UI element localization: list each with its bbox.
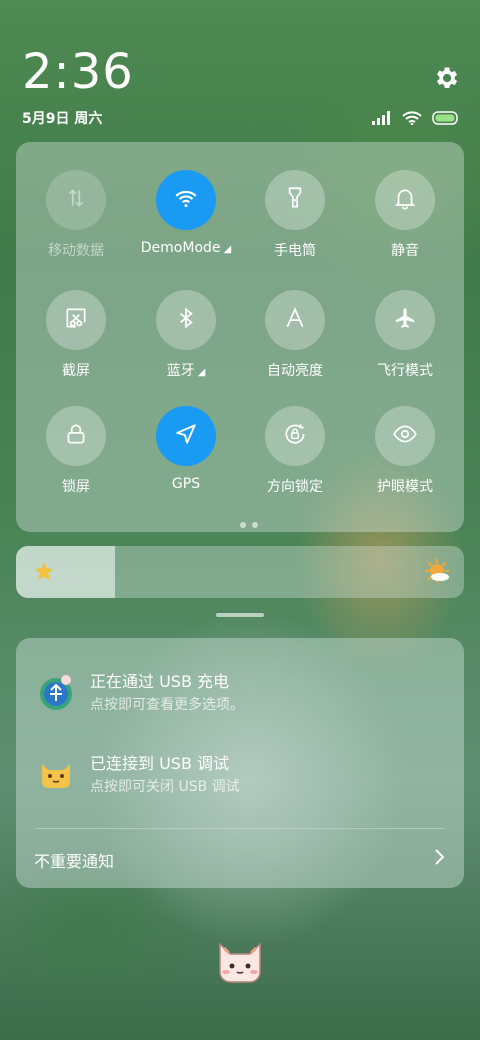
- page-indicator: [240, 522, 258, 528]
- brightness-fill: [16, 546, 115, 598]
- system-icons: [372, 110, 460, 129]
- tile-label: 截屏: [20, 360, 132, 380]
- tile-location[interactable]: GPS: [130, 406, 242, 492]
- brightness-high-icon: [424, 558, 452, 590]
- signal-icon: [372, 110, 392, 129]
- tile-label: 方向锁定: [239, 476, 351, 496]
- tile-button[interactable]: [375, 170, 435, 230]
- date-label: 5月9日 周六: [22, 111, 103, 127]
- notification-title: 已连接到 USB 调试: [90, 754, 230, 773]
- tile-rotation-lock[interactable]: 方向锁定: [239, 406, 351, 496]
- tile-airplane[interactable]: 飞行模式: [349, 290, 461, 380]
- tile-bell[interactable]: 静音: [349, 170, 461, 260]
- tile-label: 护眼模式: [349, 476, 461, 496]
- tile-button[interactable]: [375, 290, 435, 350]
- tile-button[interactable]: [265, 170, 325, 230]
- tile-bluetooth[interactable]: 蓝牙 ◢: [130, 290, 242, 380]
- caret-icon: ◢: [197, 367, 206, 378]
- tile-label-text: 手电筒: [274, 243, 316, 259]
- notification-subtitle: 点按即可查看更多选项。: [90, 697, 244, 713]
- brightness-slider[interactable]: [16, 546, 464, 598]
- wifi-icon: [173, 185, 199, 215]
- page-dot: [252, 522, 258, 528]
- notification-subtitle: 点按即可关闭 USB 调试: [90, 779, 240, 795]
- screenshot-icon: [63, 305, 89, 335]
- caret-icon: ◢: [223, 244, 232, 255]
- tile-label: 手电筒: [239, 240, 351, 260]
- tile-label: GPS: [130, 476, 242, 492]
- tile-screenshot[interactable]: 截屏: [20, 290, 132, 380]
- tile-button[interactable]: [46, 406, 106, 466]
- mobile-data-icon: [63, 185, 89, 215]
- status-bar: 2:36 5月9日 周六: [0, 0, 480, 140]
- chevron-right-icon[interactable]: [434, 848, 446, 870]
- lock-icon: [63, 421, 89, 451]
- tile-button[interactable]: [156, 406, 216, 466]
- eye-icon: [392, 421, 418, 451]
- tile-label: 自动亮度: [239, 360, 351, 380]
- panel-handle[interactable]: [216, 613, 264, 617]
- tile-button[interactable]: [156, 290, 216, 350]
- rotation-lock-icon: [282, 421, 308, 451]
- tile-label: 锁屏: [20, 476, 132, 496]
- location-icon: [173, 421, 199, 451]
- tile-button[interactable]: [265, 406, 325, 466]
- quick-settings-panel: 移动数据 DemoMode ◢ 手电筒 静音 截屏 蓝牙 ◢ 自动亮度 飞行模式 锁屏 GPS 方向锁定…: [16, 142, 464, 532]
- tile-label: 蓝牙 ◢: [130, 360, 242, 380]
- tile-label-text: DemoMode: [140, 240, 221, 256]
- tile-label-text: 自动亮度: [267, 363, 323, 379]
- tile-label-text: 锁屏: [62, 479, 90, 495]
- notification-title: 正在通过 USB 充电: [90, 672, 230, 691]
- divider: [36, 828, 444, 829]
- tile-button[interactable]: [46, 290, 106, 350]
- cat-mascot-icon[interactable]: [214, 938, 266, 986]
- tile-eye[interactable]: 护眼模式: [349, 406, 461, 496]
- tile-button[interactable]: [265, 290, 325, 350]
- tile-label: DemoMode ◢: [130, 240, 242, 256]
- tile-auto-brightness[interactable]: 自动亮度: [239, 290, 351, 380]
- tile-label-text: 移动数据: [48, 243, 104, 259]
- tile-label-text: 截屏: [62, 363, 90, 379]
- bell-icon: [392, 185, 418, 215]
- usb-charging-icon: [36, 672, 76, 712]
- flashlight-icon: [282, 185, 308, 215]
- tile-wifi[interactable]: DemoMode ◢: [130, 170, 242, 256]
- brightness-low-icon: [32, 560, 56, 588]
- tile-label-text: GPS: [171, 476, 201, 492]
- bluetooth-icon: [173, 305, 199, 335]
- wifi-icon: [402, 110, 422, 129]
- tile-flashlight[interactable]: 手电筒: [239, 170, 351, 260]
- tile-label-text: 飞行模式: [377, 363, 433, 379]
- cat-face-icon: [36, 754, 76, 794]
- auto-brightness-icon: [282, 305, 308, 335]
- tile-button[interactable]: [156, 170, 216, 230]
- tile-label-text: 蓝牙: [166, 363, 195, 379]
- airplane-icon: [392, 305, 418, 335]
- gear-icon[interactable]: [432, 64, 460, 92]
- tile-label-text: 方向锁定: [267, 479, 323, 495]
- clock: 2:36: [22, 44, 134, 100]
- notification-usb-charging[interactable]: 正在通过 USB 充电 点按即可查看更多选项。: [36, 668, 456, 728]
- tile-mobile-data[interactable]: 移动数据: [20, 170, 132, 260]
- battery-icon: [432, 110, 460, 129]
- tile-label: 移动数据: [20, 240, 132, 260]
- tile-label: 静音: [349, 240, 461, 260]
- notification-panel: 正在通过 USB 充电 点按即可查看更多选项。 已连接到 USB 调试 点按即可…: [16, 638, 464, 888]
- tile-button[interactable]: [46, 170, 106, 230]
- tile-label: 飞行模式: [349, 360, 461, 380]
- tile-lock[interactable]: 锁屏: [20, 406, 132, 496]
- tile-label-text: 护眼模式: [377, 479, 433, 495]
- notification-usb-debugging[interactable]: 已连接到 USB 调试 点按即可关闭 USB 调试: [36, 750, 456, 810]
- page-dot: [240, 522, 246, 528]
- unimportant-notifications-link[interactable]: 不重要通知: [34, 848, 114, 872]
- tile-button[interactable]: [375, 406, 435, 466]
- tile-label-text: 静音: [391, 243, 419, 259]
